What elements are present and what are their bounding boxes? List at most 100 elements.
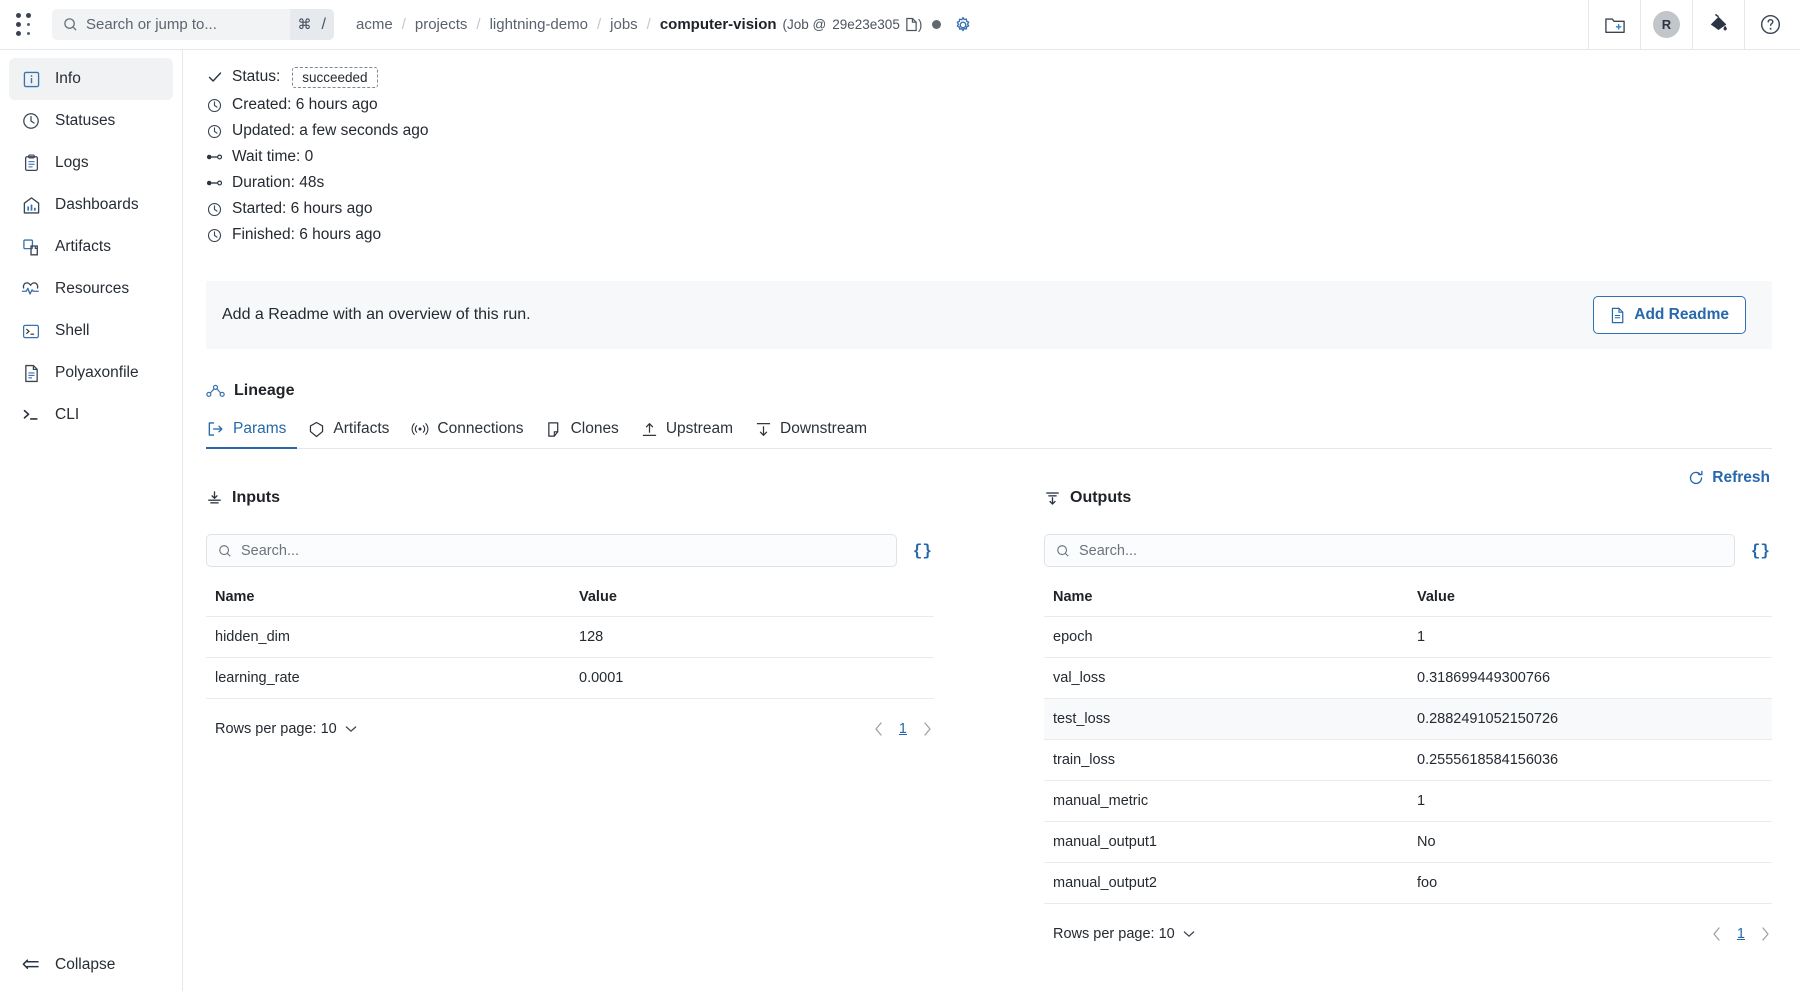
outputs-icon — [1044, 490, 1061, 507]
outputs-pager: Rows per page: 10 1 — [1044, 917, 1772, 951]
table-row[interactable]: learning_rate 0.0001 — [206, 658, 934, 699]
sidebar-item-cli[interactable]: CLI — [9, 394, 173, 436]
breadcrumb-current-run: computer-vision — [660, 16, 777, 33]
breadcrumb-item-projects[interactable]: projects — [415, 16, 468, 33]
sidebar-item-info[interactable]: Info — [9, 58, 173, 100]
inputs-json-toggle[interactable]: {} — [913, 542, 934, 560]
gear-icon[interactable] — [954, 16, 972, 34]
clock-icon — [206, 124, 223, 139]
sidebar-item-statuses[interactable]: Statuses — [9, 100, 173, 142]
breadcrumb-item-lightning-demo[interactable]: lightning-demo — [490, 16, 588, 33]
prev-page-button[interactable] — [874, 722, 883, 736]
new-folder-icon[interactable] — [1588, 0, 1640, 50]
sidebar-item-resources[interactable]: Resources — [9, 268, 173, 310]
next-page-button[interactable] — [1761, 927, 1770, 941]
table-row[interactable]: epoch 1 — [1044, 617, 1772, 658]
table-row[interactable]: manual_metric 1 — [1044, 781, 1772, 822]
tab-label: Downstream — [780, 420, 867, 438]
inputs-col-value: Value — [570, 589, 934, 617]
inputs-icon — [206, 490, 223, 507]
sidebar-item-dashboards[interactable]: Dashboards — [9, 184, 173, 226]
page-number-1[interactable]: 1 — [899, 721, 907, 737]
breadcrumb-item-acme[interactable]: acme — [356, 16, 393, 33]
next-page-button[interactable] — [923, 722, 932, 736]
cell-name: manual_output1 — [1044, 822, 1408, 863]
slash-key-icon: / — [322, 16, 326, 34]
table-header-row: Name Value — [206, 589, 934, 617]
apps-grid-button[interactable] — [0, 0, 46, 50]
sidebar-item-artifacts[interactable]: Artifacts — [9, 226, 173, 268]
tab-params[interactable]: Params — [206, 420, 297, 448]
chevron-down-icon — [1183, 930, 1195, 938]
breadcrumb-separator: / — [647, 16, 651, 33]
main-content: Status: succeeded Created: 6 hours ago — [183, 50, 1800, 991]
tab-downstream[interactable]: Downstream — [744, 420, 878, 448]
run-created-row: Created: 6 hours ago — [206, 92, 1772, 118]
sidebar-item-polyaxonfile[interactable]: Polyaxonfile — [9, 352, 173, 394]
user-avatar-button[interactable]: R — [1640, 0, 1692, 50]
table-row[interactable]: manual_output1 No — [1044, 822, 1772, 863]
run-updated-text: Updated: a few seconds ago — [232, 122, 428, 140]
outputs-json-toggle[interactable]: {} — [1751, 542, 1772, 560]
sidebar-item-label: Info — [55, 70, 81, 88]
cell-value: 0.0001 — [570, 658, 934, 699]
tab-label: Clones — [571, 420, 619, 438]
dashboard-chart-icon — [21, 196, 41, 215]
table-row[interactable]: hidden_dim 128 — [206, 617, 934, 658]
top-bar: Search or jump to... ⌘ / acme / projects… — [0, 0, 1800, 50]
table-row[interactable]: test_loss 0.2882491052150726 — [1044, 699, 1772, 740]
table-row[interactable]: val_loss 0.318699449300766 — [1044, 658, 1772, 699]
tab-upstream[interactable]: Upstream — [630, 420, 744, 448]
sidebar-item-shell[interactable]: Shell — [9, 310, 173, 352]
inputs-panel: Inputs Search... {} — [206, 479, 990, 951]
lineage-title: Lineage — [234, 382, 294, 400]
app-body: Info Statuses Logs — [0, 50, 1800, 991]
run-job-label: (Job @ — [783, 17, 827, 32]
heartbeat-icon — [21, 280, 41, 298]
upstream-icon — [641, 421, 658, 438]
sidebar-item-label: Dashboards — [55, 196, 139, 214]
outputs-table: Name Value epoch 1 val_loss — [1044, 589, 1772, 904]
inputs-col-name: Name — [206, 589, 570, 617]
breadcrumb-item-jobs[interactable]: jobs — [610, 16, 638, 33]
table-header-row: Name Value — [1044, 589, 1772, 617]
file-icon — [1610, 307, 1625, 324]
app-root: Search or jump to... ⌘ / acme / projects… — [0, 0, 1800, 991]
inputs-rows-per-page[interactable]: Rows per page: 10 — [215, 721, 357, 737]
sidebar: Info Statuses Logs — [0, 50, 183, 991]
prev-page-button[interactable] — [1712, 927, 1721, 941]
inputs-title: Inputs — [232, 489, 280, 507]
lineage-tabs: Params Artifacts Connections — [206, 420, 1772, 449]
table-row[interactable]: train_loss 0.2555618584156036 — [1044, 740, 1772, 781]
sidebar-item-logs[interactable]: Logs — [9, 142, 173, 184]
tab-artifacts[interactable]: Artifacts — [297, 420, 400, 448]
copy-icon[interactable] — [905, 17, 918, 32]
status-indicator-dot — [932, 20, 941, 29]
sidebar-nav: Info Statuses Logs — [0, 58, 182, 939]
sidebar-collapse-button[interactable]: Collapse — [0, 939, 182, 991]
outputs-rows-per-page[interactable]: Rows per page: 10 — [1053, 926, 1195, 942]
clock-icon — [206, 228, 223, 243]
help-icon[interactable] — [1744, 0, 1800, 50]
downstream-icon — [755, 421, 772, 438]
params-icon — [208, 421, 225, 437]
inputs-search-input[interactable]: Search... — [206, 534, 897, 567]
search-icon — [63, 17, 78, 32]
cell-name: val_loss — [1044, 658, 1408, 699]
tab-connections[interactable]: Connections — [400, 420, 534, 448]
duration-icon — [206, 151, 223, 163]
clipboard-icon — [21, 154, 41, 172]
run-waittime-text: Wait time: 0 — [232, 148, 313, 166]
table-row[interactable]: manual_output2 foo — [1044, 863, 1772, 904]
tab-clones[interactable]: Clones — [535, 420, 630, 448]
cell-name: learning_rate — [206, 658, 570, 699]
breadcrumb-separator: / — [476, 16, 480, 33]
global-search-input[interactable]: Search or jump to... ⌘ / — [52, 9, 334, 40]
lineage-section-title: Lineage — [206, 382, 1772, 400]
theme-paint-icon[interactable] — [1692, 0, 1744, 50]
add-readme-button[interactable]: Add Readme — [1593, 296, 1746, 334]
outputs-search-input[interactable]: Search... — [1044, 534, 1735, 567]
inputs-table: Name Value hidden_dim 128 lear — [206, 589, 934, 699]
page-number-1[interactable]: 1 — [1737, 926, 1745, 942]
readme-banner: Add a Readme with an overview of this ru… — [206, 281, 1772, 349]
